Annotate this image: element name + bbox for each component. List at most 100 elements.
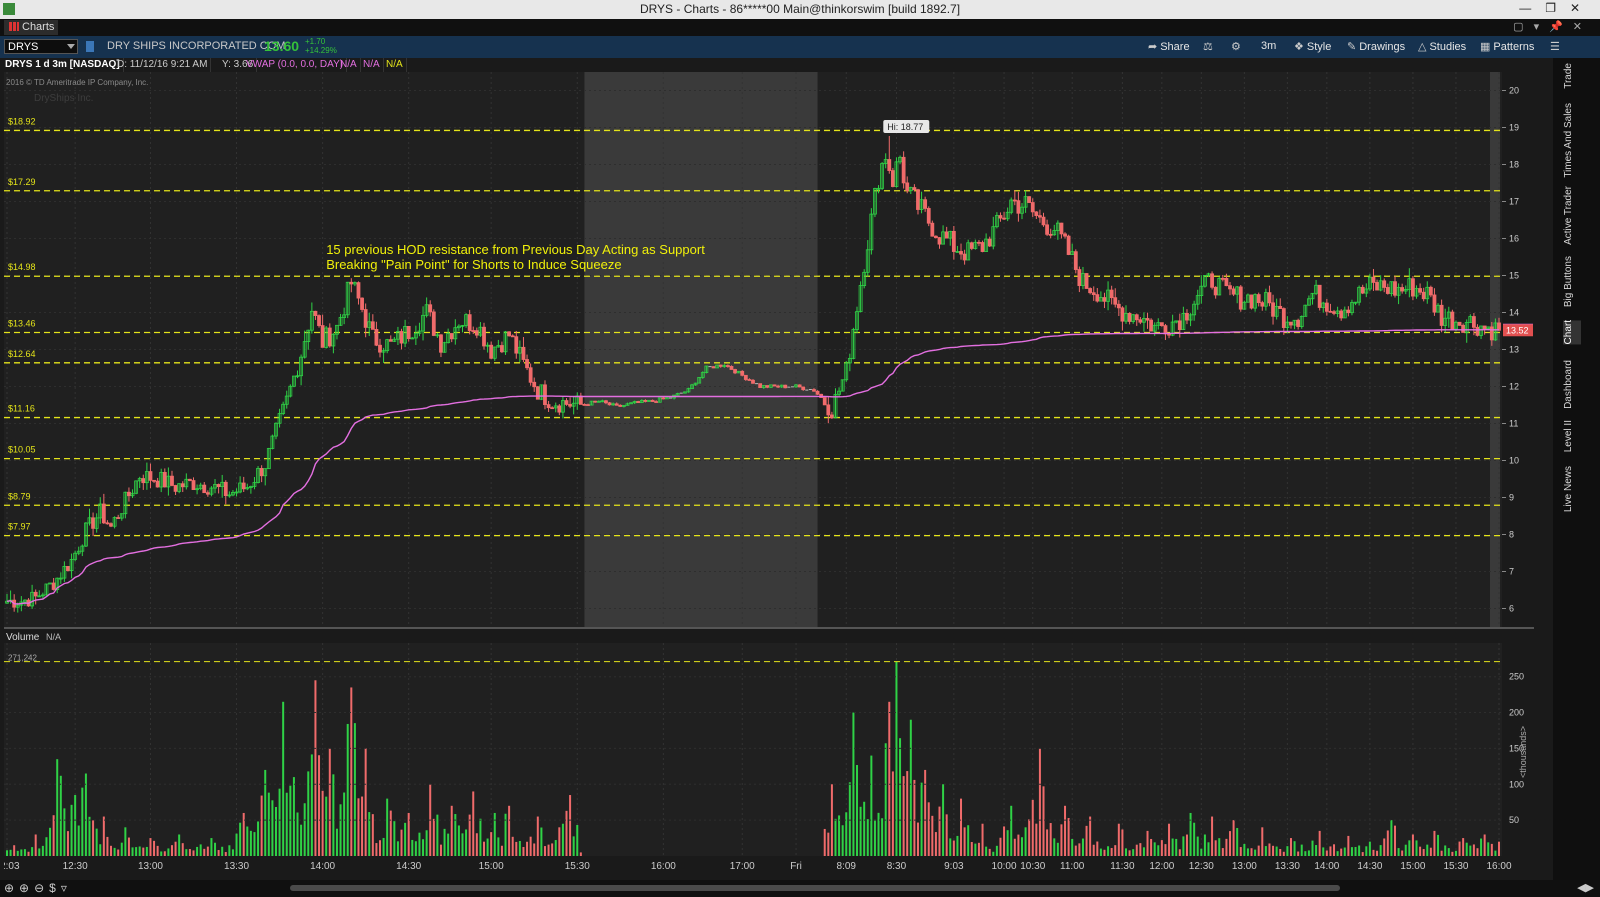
x-tick-label: 12:03 [4,861,20,872]
volume-bar [303,803,306,856]
volume-bar [1343,847,1346,856]
volume-panel-bg [4,643,1502,856]
window-controls[interactable]: —❐✕ [1519,1,1594,15]
volume-bar [1293,841,1296,856]
last-price-tag: 13.52 [1506,325,1529,335]
patterns-button[interactable]: ▦ Patterns [1480,40,1534,53]
y-tick-label: 6 [1509,604,1514,614]
volume-bar [1132,849,1135,856]
chart-area[interactable]: 12:03 12:30 13:00 13:30 14:00 14:30 15:00 15:30… [4,72,1534,880]
sidebar-tab-dashboard[interactable]: Dashboard [1563,360,1581,409]
volume-bar [1257,845,1260,856]
volume-bar [956,835,959,856]
panel-divider [4,627,1534,629]
tab-bar-controls[interactable]: ▢▾📌✕ [1513,20,1592,33]
x-tick-label: 17:00 [730,861,755,872]
volume-bar [475,833,478,856]
bookmark-icon[interactable] [86,41,94,52]
volume-bar [974,843,977,856]
volume-bar [1139,843,1142,856]
candle-body [66,566,70,571]
volume-bar [547,844,550,856]
volume-bar [300,824,303,856]
candle-body [1027,196,1032,203]
share-button[interactable]: ➦ Share [1148,40,1190,53]
studies-button[interactable]: △ Studies [1418,40,1466,53]
style-label: Style [1306,41,1332,53]
volume-bar [1354,846,1357,856]
candle-body [1034,211,1039,216]
volume-bar [1236,827,1239,856]
volume-bar [386,798,389,856]
horizontal-scrollbar[interactable] [290,885,1340,891]
x-tick-label: 15:00 [1400,861,1425,872]
sidebar-tab-chart[interactable]: Chart [1563,320,1581,345]
volume-bar [149,838,152,856]
y-tick-label: 11 [1509,419,1518,429]
style-button[interactable]: ❖ Style [1294,40,1331,53]
volume-bar [422,839,425,856]
y-tick-label: 17 [1509,197,1519,207]
volume-bar [289,785,292,856]
candle-body [241,482,246,490]
volume-units-label: <thousands> [1518,726,1528,778]
volume-bar [1200,848,1203,856]
sidebar-tab-trade[interactable]: Trade [1563,63,1581,89]
candle-body [711,366,716,369]
volume-bar [493,812,496,856]
chevron-down-icon[interactable] [67,44,75,49]
volume-bar [63,808,66,856]
sidebar-tab-active-trader[interactable]: Active Trader [1563,186,1581,245]
volume-bar [1454,850,1457,856]
level-price-label: $11.16 [8,404,35,414]
sidebar-tab-times-and-sales[interactable]: Times And Sales [1563,103,1581,178]
x-tick-label: 12:30 [1189,861,1214,872]
patterns-label: Patterns [1493,41,1535,53]
menu-button[interactable]: ☰ [1550,40,1563,53]
x-tick-label: 15:00 [479,861,504,872]
volume-bar [1160,840,1163,856]
vol-y-tick-label: 50 [1509,815,1519,825]
sidebar-tab-level-ii[interactable]: Level II [1563,420,1581,452]
period-button[interactable]: 3m [1261,40,1276,52]
symbol-input[interactable]: DRYS [4,39,78,54]
vwap-study-label[interactable]: VWAP (0.0, 0.0, DAY) [243,58,348,72]
volume-bar [167,848,170,856]
volume-bar [1096,841,1099,856]
x-tick-label: 15:30 [565,861,590,872]
candle-body [1185,313,1189,321]
volume-bar [515,841,518,856]
zoom-controls[interactable]: ⊕⊕⊖$▿ [4,881,72,895]
flask-button[interactable]: ⚖ [1203,40,1216,53]
sidebar-tab-live-news[interactable]: Live News [1563,466,1581,512]
share-icon: ➦ [1148,41,1158,53]
candle-body [180,483,185,488]
x-tick-label: 14:00 [1314,861,1339,872]
volume-bar [113,847,116,856]
tab-charts[interactable]: Charts [4,20,58,35]
settings-button[interactable]: ⚙ [1231,40,1244,53]
volume-bar [282,701,285,856]
candle-body [747,379,752,381]
sidebar-tab-big-buttons[interactable]: Big Buttons [1563,256,1581,307]
watermark-text: DryShips Inc. [34,93,93,104]
candle-body [1138,319,1143,323]
chart-title[interactable]: DRYS 1 d 3m [NASDAQ] [2,58,124,72]
volume-bar [253,832,256,856]
price-volume-chart[interactable]: 12:03 12:30 13:00 13:30 14:00 14:30 15:00 15:30… [4,72,1534,880]
volume-study-label: Volume [6,632,40,643]
volume-bar [1419,846,1422,856]
level-price-label: $13.46 [8,318,36,328]
volume-bar [881,818,884,856]
drawings-button[interactable]: ✎ Drawings [1347,40,1405,53]
candle-body [930,222,935,237]
volume-bar [1304,851,1307,856]
candle-body [1475,326,1480,336]
volume-bar [888,701,891,856]
volume-bar [160,851,163,856]
volume-bar [45,837,48,856]
volume-bar [1311,840,1314,856]
candle-body [815,390,820,395]
scroll-arrows-icon[interactable]: ◀▶ [1577,881,1594,894]
volume-bar [1053,838,1056,856]
